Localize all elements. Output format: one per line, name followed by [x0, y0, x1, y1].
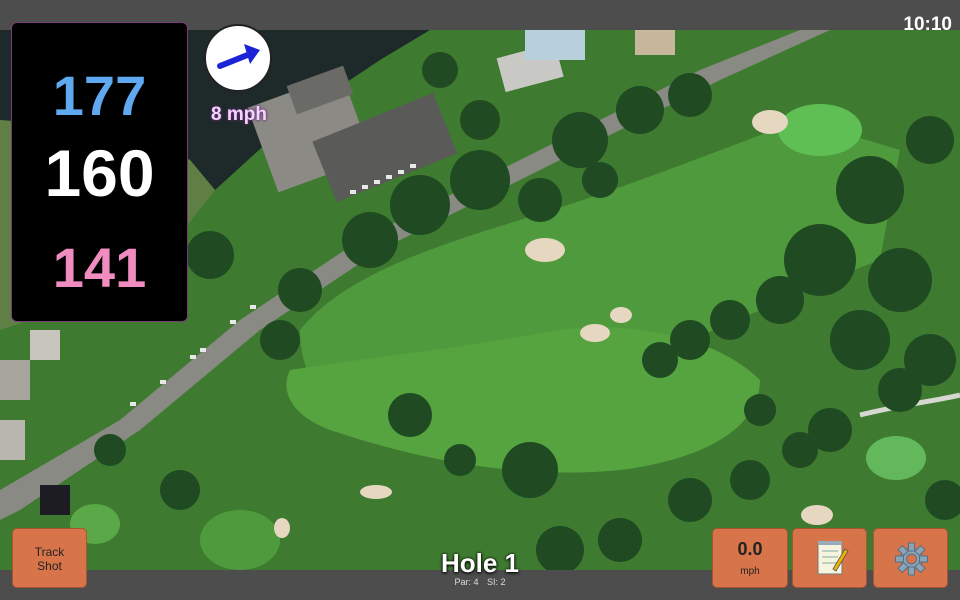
- speed-value: 0.0: [737, 539, 763, 559]
- distance-panel: 177 160 141: [11, 22, 188, 322]
- notepad-icon: [817, 541, 849, 575]
- speed-button[interactable]: 0.0 mph: [712, 528, 788, 588]
- back-distance: 177: [52, 64, 147, 127]
- track-shot-label-line2: Shot: [37, 559, 62, 573]
- hole-meta: Par: 4 SI: 2: [420, 577, 540, 587]
- speed-unit: mph: [740, 566, 760, 577]
- si-label: SI: 2: [487, 577, 506, 587]
- settings-button[interactable]: [873, 528, 948, 588]
- track-shot-button[interactable]: Track Shot: [12, 528, 87, 588]
- hole-title: Hole 1: [440, 548, 520, 578]
- front-distance: 141: [52, 236, 147, 299]
- wind-speed: 8 mph: [211, 104, 267, 125]
- notes-button[interactable]: [792, 528, 867, 588]
- gear-icon: [895, 542, 928, 576]
- wind-arrow-icon: [217, 44, 260, 69]
- wind-indicator: [204, 24, 272, 92]
- track-shot-label-line1: Track: [34, 545, 65, 559]
- middle-distance: 160: [44, 136, 155, 210]
- par-label: Par: 4: [454, 577, 479, 587]
